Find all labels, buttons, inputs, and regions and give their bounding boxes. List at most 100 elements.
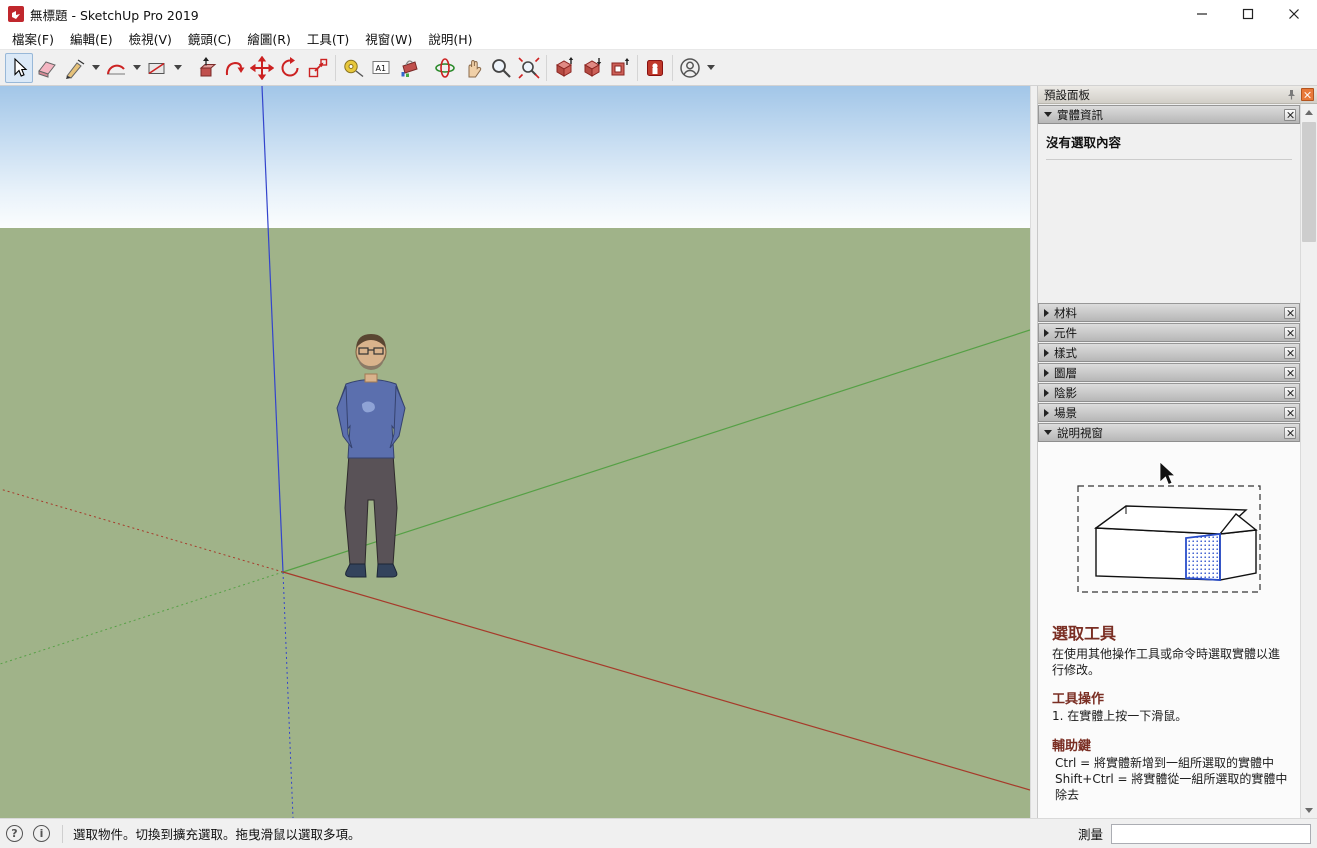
account-dropdown[interactable]	[704, 53, 717, 83]
menu-file[interactable]: 檔案(F)	[4, 26, 62, 51]
toolbar-separator	[669, 55, 676, 81]
panel-splitter[interactable]	[1030, 86, 1037, 818]
instructor-illustration	[1064, 456, 1274, 606]
tape-measure-tool-button[interactable]	[339, 53, 367, 83]
paint-bucket-tool-button[interactable]	[395, 53, 423, 83]
text-tool-button[interactable]: A1	[367, 53, 395, 83]
menu-draw[interactable]: 繪圖(R)	[239, 26, 298, 51]
statusbar: ? i 選取物件。切換到擴充選取。拖曳滑鼠以選取多項。 測量	[0, 818, 1317, 848]
section-header-components[interactable]: 元件	[1038, 323, 1300, 342]
get-models-button[interactable]	[578, 53, 606, 83]
share-model-button[interactable]	[550, 53, 578, 83]
pin-icon[interactable]	[1285, 88, 1298, 101]
section-label: 說明視窗	[1057, 425, 1284, 441]
instructor-operation-step: 1. 在實體上按一下滑鼠。	[1052, 708, 1288, 724]
section-label: 圖層	[1054, 365, 1284, 381]
section-header-scenes[interactable]: 場景	[1038, 403, 1300, 422]
scrollbar-thumb[interactable]	[1302, 122, 1316, 242]
close-icon	[1286, 369, 1294, 377]
close-icon	[1304, 91, 1312, 99]
chevron-right-icon	[1044, 389, 1049, 397]
account-button[interactable]	[676, 53, 704, 83]
instructor-operation-heading: 工具操作	[1052, 688, 1288, 707]
maximize-button[interactable]	[1225, 0, 1271, 28]
minimize-button[interactable]	[1179, 0, 1225, 28]
toolbar-separator	[543, 55, 550, 81]
scale-tool-button[interactable]	[304, 53, 332, 83]
section-close-button[interactable]	[1284, 367, 1296, 379]
instructor-modifier-shift-ctrl: Shift+Ctrl = 將實體從一組所選取的實體中除去	[1052, 771, 1288, 803]
section-close-button[interactable]	[1284, 347, 1296, 359]
sky	[0, 86, 1030, 228]
shapes-tool-dropdown[interactable]	[171, 53, 184, 83]
extension-warehouse-button[interactable]	[641, 53, 669, 83]
panel-scrollbar[interactable]	[1300, 104, 1317, 818]
tray-close-button[interactable]	[1301, 88, 1314, 101]
section-header-materials[interactable]: 材料	[1038, 303, 1300, 322]
toolbar-separator	[634, 55, 641, 81]
chevron-down-icon	[1044, 430, 1052, 435]
menu-tools[interactable]: 工具(T)	[299, 26, 357, 51]
shapes-tool-button[interactable]	[143, 53, 171, 83]
orbit-tool-button[interactable]	[431, 53, 459, 83]
chevron-right-icon	[1044, 309, 1049, 317]
section-close-button[interactable]	[1284, 109, 1296, 121]
arc-tool-button[interactable]	[102, 53, 130, 83]
share-component-button[interactable]	[606, 53, 634, 83]
statusbar-separator	[62, 825, 63, 843]
scrollbar-track[interactable]	[1301, 120, 1317, 802]
menu-window[interactable]: 視窗(W)	[357, 26, 420, 51]
window-title: 無標題 - SketchUp Pro 2019	[30, 5, 199, 24]
instructor-title: 選取工具	[1052, 620, 1288, 644]
arc-tool-dropdown[interactable]	[130, 53, 143, 83]
section-header-entity-info[interactable]: 實體資訊	[1038, 105, 1300, 124]
close-icon	[1286, 329, 1294, 337]
scroll-up-button[interactable]	[1301, 104, 1317, 120]
chevron-right-icon	[1044, 409, 1049, 417]
move-tool-button[interactable]	[248, 53, 276, 83]
follow-me-tool-button[interactable]	[220, 53, 248, 83]
section-label: 實體資訊	[1057, 107, 1284, 123]
section-header-shadows[interactable]: 陰影	[1038, 383, 1300, 402]
zoom-tool-button[interactable]	[487, 53, 515, 83]
menu-view[interactable]: 檢視(V)	[121, 26, 180, 51]
section-close-button[interactable]	[1284, 307, 1296, 319]
arrow-down-icon	[1305, 808, 1313, 813]
chevron-down-icon	[133, 65, 141, 70]
chevron-right-icon	[1044, 329, 1049, 337]
section-close-button[interactable]	[1284, 387, 1296, 399]
close-icon	[1286, 349, 1294, 357]
measurements-input[interactable]	[1111, 824, 1311, 844]
instructor-modifier-heading: 輔助鍵	[1052, 735, 1288, 754]
close-icon	[1286, 111, 1294, 119]
eraser-tool-button[interactable]	[33, 53, 61, 83]
tray-header: 預設面板	[1038, 86, 1317, 104]
section-header-styles[interactable]: 樣式	[1038, 343, 1300, 362]
push-pull-tool-button[interactable]	[192, 53, 220, 83]
instructor-description: 在使用其他操作工具或命令時選取實體以進行修改。	[1052, 646, 1288, 678]
close-button[interactable]	[1271, 0, 1317, 28]
rotate-tool-button[interactable]	[276, 53, 304, 83]
menu-camera[interactable]: 鏡頭(C)	[180, 26, 239, 51]
pan-tool-button[interactable]	[459, 53, 487, 83]
info-icon[interactable]: i	[33, 825, 50, 842]
menu-edit[interactable]: 編輯(E)	[62, 26, 121, 51]
main-area: 預設面板 實體資訊 沒有選取內容	[0, 86, 1317, 818]
scroll-down-button[interactable]	[1301, 802, 1317, 818]
chevron-down-icon	[92, 65, 100, 70]
line-tool-button[interactable]	[61, 53, 89, 83]
zoom-extents-button[interactable]	[515, 53, 543, 83]
menu-help[interactable]: 說明(H)	[420, 26, 480, 51]
section-close-button[interactable]	[1284, 327, 1296, 339]
section-header-instructor[interactable]: 說明視窗	[1038, 423, 1300, 442]
entity-info-content: 沒有選取內容	[1038, 124, 1300, 302]
close-icon	[1286, 309, 1294, 317]
toolbar-separator	[332, 55, 339, 81]
section-header-layers[interactable]: 圖層	[1038, 363, 1300, 382]
select-tool-button[interactable]	[5, 53, 33, 83]
line-tool-dropdown[interactable]	[89, 53, 102, 83]
help-icon[interactable]: ?	[6, 825, 23, 842]
section-close-button[interactable]	[1284, 427, 1296, 439]
section-close-button[interactable]	[1284, 407, 1296, 419]
viewport-canvas[interactable]	[0, 86, 1030, 818]
